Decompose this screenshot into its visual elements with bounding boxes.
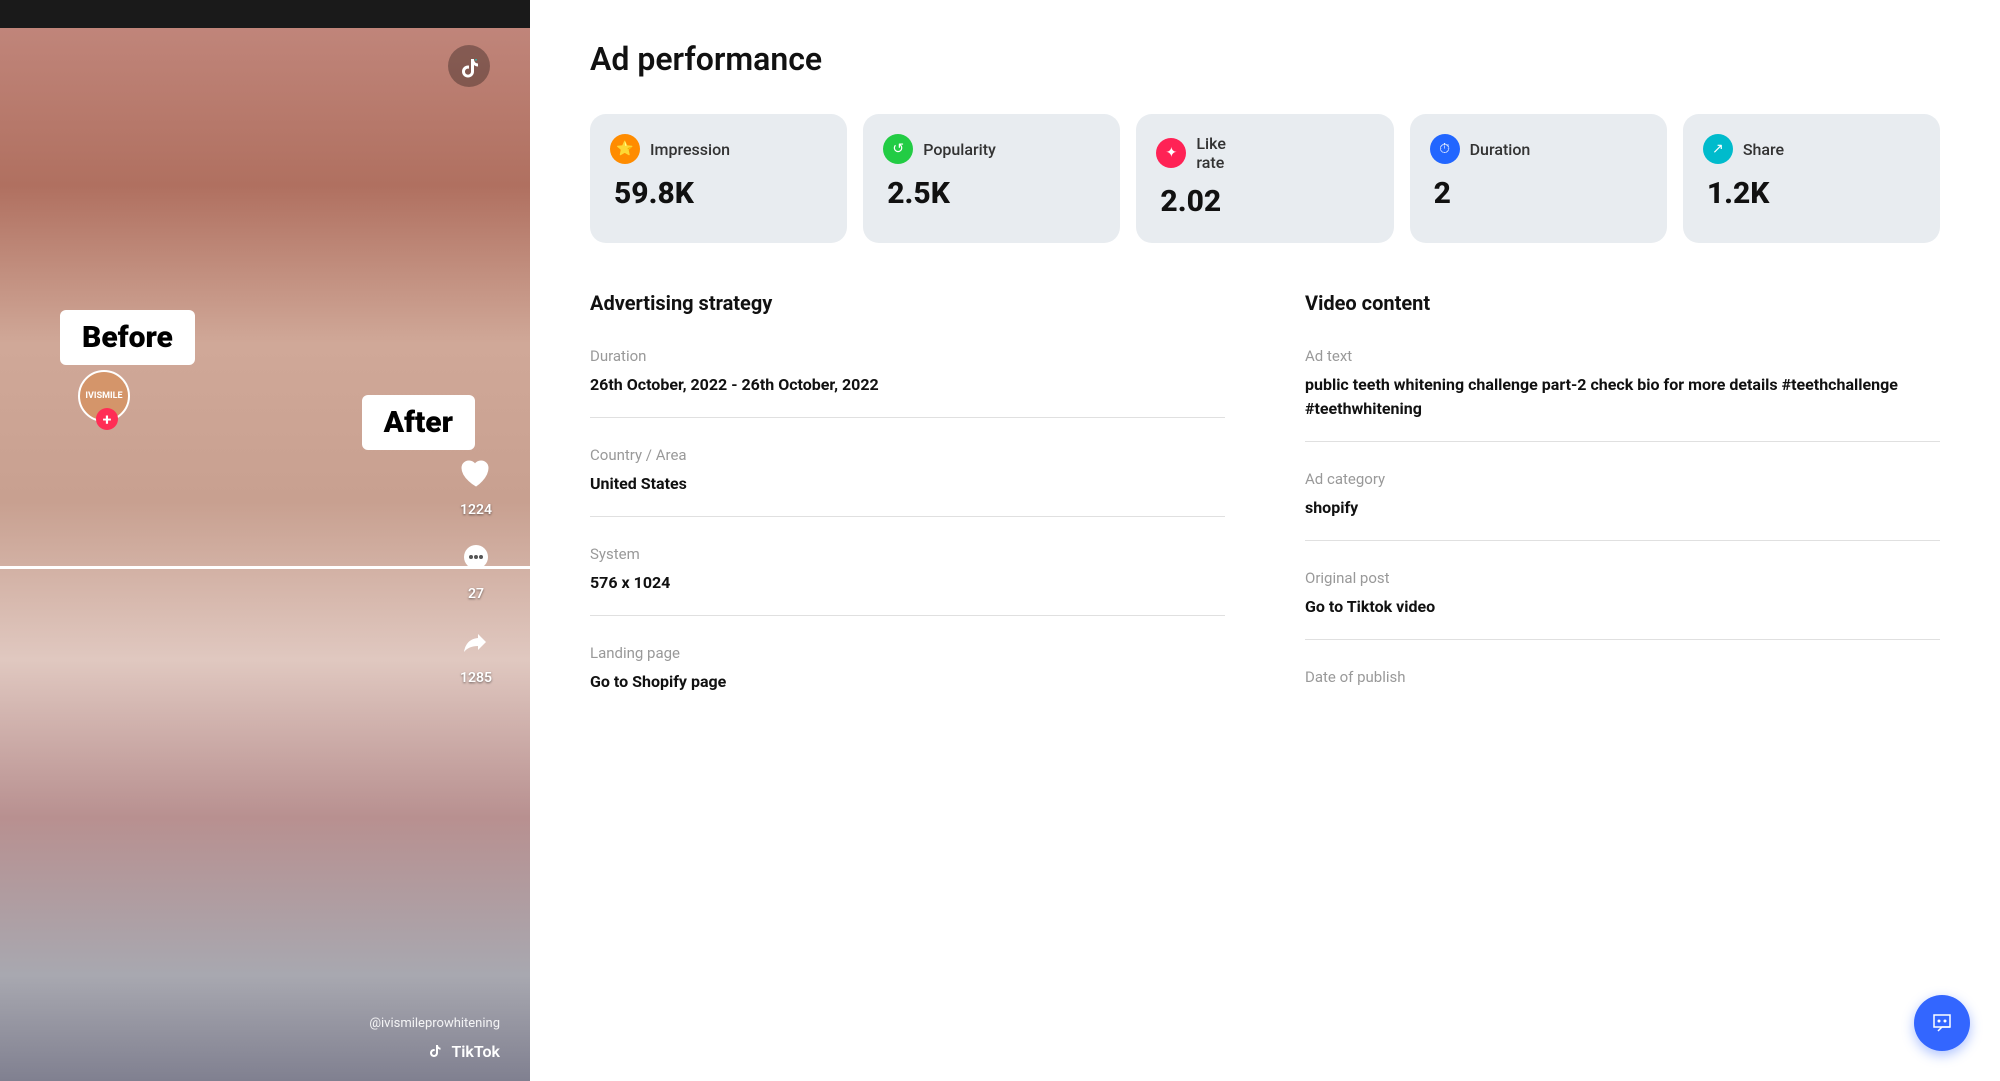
before-label: Before [60,310,195,365]
share-value: 1.2K [1703,176,1920,211]
video-content-section: Video content Ad text public teeth white… [1305,291,1940,742]
system-field: System 576 x 1024 [590,545,1225,616]
like-action[interactable]: 1224 [452,450,500,518]
after-label: After [362,395,475,450]
metric-card-like-rate: ✦ Likerate 2.02 [1136,114,1393,243]
follow-button[interactable]: + [96,408,118,430]
chat-button[interactable] [1914,995,1970,1051]
duration-label: Duration [1470,140,1531,159]
like-rate-icon: ✦ [1156,138,1186,168]
metric-card-share: ↗ Share 1.2K [1683,114,1940,243]
share-action[interactable]: 1285 [452,618,500,686]
original-post-label: Original post [1305,569,1940,587]
video-content-title: Video content [1305,291,1940,315]
tiktok-logo [448,45,490,91]
ad-performance-panel: Ad performance ⭐ Impression 59.8K ↺ Popu… [530,0,2000,1081]
popularity-value: 2.5K [883,176,1100,211]
share-icon: ↗ [1703,134,1733,164]
top-bar [0,0,530,28]
original-post-link[interactable]: Go to Tiktok video [1305,595,1940,619]
duration-field: Duration 26th October, 2022 - 26th Octob… [590,347,1225,418]
system-field-label: System [590,545,1225,563]
metric-card-popularity: ↺ Popularity 2.5K [863,114,1120,243]
comment-count: 27 [468,586,484,602]
original-post-field: Original post Go to Tiktok video [1305,569,1940,640]
ad-category-value: shopify [1305,496,1940,520]
landing-page-link[interactable]: Go to Shopify page [590,670,1225,694]
duration-field-label: Duration [590,347,1225,365]
metric-card-impression: ⭐ Impression 59.8K [590,114,847,243]
advertising-strategy-section: Advertising strategy Duration 26th Octob… [590,291,1225,742]
landing-page-field: Landing page Go to Shopify page [590,644,1225,714]
ad-text-label: Ad text [1305,347,1940,365]
system-field-value: 576 x 1024 [590,571,1225,595]
comment-action[interactable]: 27 [452,534,500,602]
date-publish-label: Date of publish [1305,668,1940,686]
popularity-icon: ↺ [883,134,913,164]
metrics-row: ⭐ Impression 59.8K ↺ Popularity 2.5K ✦ L… [590,114,1940,243]
popularity-label: Popularity [923,140,996,159]
impression-label: Impression [650,140,730,159]
side-actions: 1224 27 128 [452,450,500,686]
impression-value: 59.8K [610,176,827,211]
video-content: Before After IVISMILE + 1224 [0,0,530,1081]
ad-text-value: public teeth whitening challenge part-2 … [1305,373,1940,421]
content-grid: Advertising strategy Duration 26th Octob… [590,291,1940,742]
impression-icon: ⭐ [610,134,640,164]
watermark-bar: TikTok [0,1041,530,1061]
duration-value: 2 [1430,176,1647,211]
share-count: 1285 [460,670,492,686]
metric-card-duration: ⏱ Duration 2 [1410,114,1667,243]
country-field-label: Country / Area [590,446,1225,464]
duration-icon: ⏱ [1430,134,1460,164]
like-count: 1224 [460,502,492,518]
like-rate-value: 2.02 [1156,184,1373,219]
like-rate-label: Likerate [1196,134,1225,172]
advertising-strategy-title: Advertising strategy [590,291,1225,315]
tiktok-watermark: TikTok [425,1041,500,1061]
divider [0,28,530,569]
username: @ivismileprowhitening [369,1016,500,1031]
country-field-value: United States [590,472,1225,496]
duration-field-value: 26th October, 2022 - 26th October, 2022 [590,373,1225,397]
date-publish-field: Date of publish [1305,668,1940,714]
ad-text-field: Ad text public teeth whitening challenge… [1305,347,1940,442]
video-panel: Before After IVISMILE + 1224 [0,0,530,1081]
landing-page-label: Landing page [590,644,1225,662]
ad-category-label: Ad category [1305,470,1940,488]
ad-category-field: Ad category shopify [1305,470,1940,541]
country-field: Country / Area United States [590,446,1225,517]
share-label: Share [1743,140,1784,159]
page-title: Ad performance [590,40,1940,78]
